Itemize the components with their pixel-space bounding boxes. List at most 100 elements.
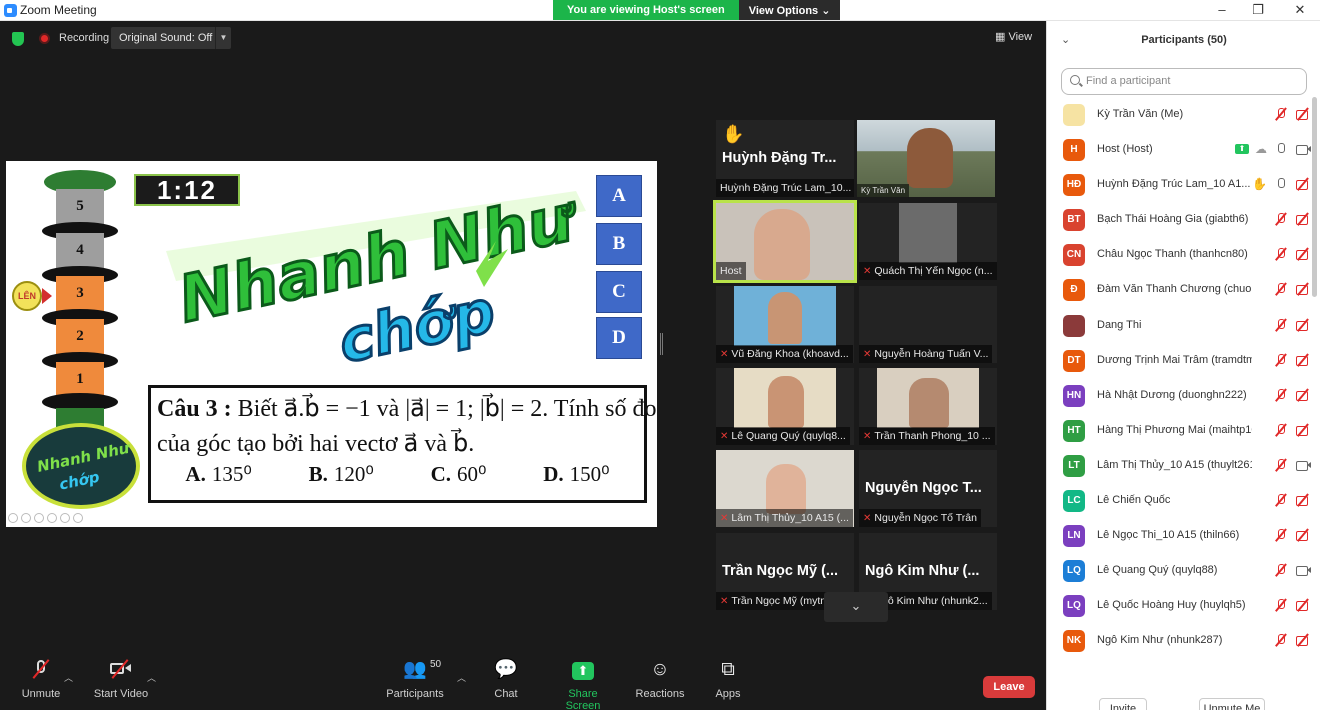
participant-name: Lê Ngọc Thi_10 A15 (thiln66) <box>1097 529 1240 542</box>
video-tile[interactable]: Kỳ Trần Văn <box>857 120 995 197</box>
zoom-app: Zoom Meeting You are viewing Host's scre… <box>0 0 1320 710</box>
participant-row[interactable]: Dang Thi <box>1047 308 1311 343</box>
participants-caret-icon[interactable]: ︿ <box>457 671 466 684</box>
participant-row[interactable]: LQ Lê Quốc Hoàng Huy (huylqh5) <box>1047 588 1311 623</box>
tile-name-text: Nguyễn Ngọc Tố Trân <box>874 512 977 524</box>
avatar: HĐ <box>1063 174 1085 197</box>
tile-name-text: Vũ Đăng Khoa (khoavd... <box>731 348 849 360</box>
participant-row[interactable]: Đ Đàm Văn Thanh Chương (chuong... <box>1047 272 1311 307</box>
participant-status-icons <box>1273 282 1311 296</box>
participant-status-icons <box>1273 493 1311 507</box>
participant-row[interactable]: DT Dương Trịnh Mai Trâm (tramdtm... <box>1047 343 1311 378</box>
svg-text:chớp: chớp <box>58 468 102 494</box>
apps-label: Apps <box>715 688 741 700</box>
participant-search-input[interactable]: Find a participant <box>1061 68 1307 95</box>
participant-row[interactable]: LQ Lê Quang Quý (quylq88) <box>1047 553 1311 588</box>
mic-off-icon: ✕ <box>720 431 729 442</box>
video-off-icon <box>1295 353 1311 367</box>
answer-button-c[interactable]: C <box>596 271 642 313</box>
option-key: B. <box>308 462 328 486</box>
participants-panel: ⌄ Participants (50) Find a participant K… <box>1046 21 1320 710</box>
share-screen-button[interactable]: ⬆ Share Screen <box>550 659 616 710</box>
view-options-button[interactable]: View Options ⌄ <box>738 0 841 20</box>
minimize-icon[interactable]: – <box>1212 2 1232 17</box>
raised-hand-icon: ✋ <box>722 124 745 144</box>
person-silhouette <box>907 128 953 188</box>
reactions-button[interactable]: ☺ Reactions <box>634 659 686 700</box>
invite-button[interactable]: Invite <box>1099 698 1147 710</box>
tile-name-text: Quách Thị Yến Ngọc (n... <box>874 265 993 277</box>
option-value: 120⁰ <box>333 462 374 486</box>
mic-icon <box>1273 177 1289 191</box>
participant-row[interactable]: Kỳ Trần Văn (Me) <box>1047 97 1311 132</box>
option-value: 135⁰ <box>211 462 252 486</box>
audio-options-caret-icon[interactable]: ︿ <box>64 671 73 684</box>
person-silhouette <box>766 464 806 514</box>
tile-name-label: ✕ Lê Quang Quý (quylq8... <box>716 427 850 445</box>
participant-row[interactable]: BT Bạch Thái Hoàng Gia (giabth6) <box>1047 202 1311 237</box>
video-off-icon <box>1295 107 1311 121</box>
gallery-next-page-button[interactable]: ⌄ <box>824 592 888 622</box>
participant-row[interactable]: NK Ngô Kim Như (nhunk287) <box>1047 623 1311 658</box>
video-tile[interactable]: ✕ Quách Thị Yến Ngọc (n... <box>859 203 997 280</box>
video-tile-active[interactable]: Host <box>713 200 857 283</box>
chat-button[interactable]: 💬 Chat <box>490 659 522 700</box>
video-tile[interactable]: ✕ Trần Thanh Phong_10 ... <box>859 368 997 445</box>
raised-hand-icon: ✋ <box>1252 177 1267 192</box>
participant-row[interactable]: CN Châu Ngọc Thanh (thanhcn80) <box>1047 237 1311 272</box>
chevron-down-icon[interactable]: ▼ <box>215 27 231 49</box>
view-button[interactable]: ▦ View <box>995 30 1032 43</box>
option-key: A. <box>185 462 206 486</box>
participant-row[interactable]: LC Lê Chiến Quốc <box>1047 483 1311 518</box>
start-video-button[interactable]: Start Video <box>92 659 150 700</box>
avatar: HN <box>1063 384 1085 407</box>
video-options-caret-icon[interactable]: ︿ <box>147 671 156 684</box>
video-icon <box>1295 458 1311 472</box>
avatar: BT <box>1063 209 1085 232</box>
video-tile[interactable]: Nguyễn Ngọc T... ✕ Nguyễn Ngọc Tố Trân <box>859 450 997 527</box>
original-sound-button[interactable]: Original Sound: Off ▼ <box>111 27 231 49</box>
answer-button-b[interactable]: B <box>596 223 642 265</box>
video-tile[interactable]: ✕ Nguyễn Hoàng Tuấn V... <box>859 286 997 363</box>
leave-button[interactable]: Leave <box>983 676 1035 698</box>
participant-row[interactable]: LN Lê Ngọc Thi_10 A15 (thiln66) <box>1047 518 1311 553</box>
shared-screen-slide: 5 4 3 2 1 LÊN Nhanh Như chớp Nhanh Như c… <box>6 161 657 527</box>
unmute-button[interactable]: Unmute <box>20 659 62 700</box>
participant-status-icons <box>1273 458 1311 472</box>
video-off-icon <box>1295 282 1311 296</box>
mic-off-icon <box>1273 423 1289 437</box>
recording-label: Recording <box>59 32 110 44</box>
participant-list-scrollbar[interactable] <box>1312 97 1317 297</box>
person-silhouette <box>768 376 804 428</box>
slide-nav-controls[interactable] <box>8 513 83 523</box>
mic-off-icon <box>1273 318 1289 332</box>
unmute-me-button[interactable]: Unmute Me <box>1199 698 1265 710</box>
mic-off-icon <box>1273 458 1289 472</box>
tile-name-label: ✕ Lâm Thị Thủy_10 A15 (... <box>716 509 853 527</box>
maximize-icon[interactable]: ❐ <box>1248 2 1268 18</box>
video-feed <box>899 203 957 263</box>
close-icon[interactable]: ✕ <box>1290 2 1310 18</box>
apps-button[interactable]: ⧉ Apps <box>712 659 744 700</box>
video-tile[interactable]: ✋ Huỳnh Đặng Tr... Huỳnh Đặng Trúc Lam_1… <box>716 120 854 197</box>
mic-off-icon <box>1273 633 1289 647</box>
participant-row[interactable]: H Host (Host) ⬆ ☁ <box>1047 132 1311 167</box>
answer-button-d[interactable]: D <box>596 317 642 359</box>
participant-row[interactable]: HN Hà Nhật Dương (duonghn222) <box>1047 378 1311 413</box>
participant-name: Dang Thi <box>1097 318 1142 331</box>
participant-name: Ngô Kim Như (nhunk287) <box>1097 634 1223 647</box>
video-tile[interactable]: ✕ Lâm Thị Thủy_10 A15 (... <box>716 450 854 527</box>
participant-name: Hà Nhật Dương (duonghn222) <box>1097 388 1247 401</box>
encryption-shield-icon[interactable] <box>12 32 24 46</box>
video-tile[interactable]: ✕ Lê Quang Quý (quylq8... <box>716 368 854 445</box>
mic-off-icon <box>1273 528 1289 542</box>
question-text-1: Biết a⃗.b⃗ = −1 và |a⃗| = 1; |b⃗| = 2. T… <box>237 396 657 422</box>
participant-status-icons <box>1273 423 1311 437</box>
participant-row[interactable]: HT Hàng Thị Phương Mai (maihtp103) <box>1047 413 1311 448</box>
answer-button-a[interactable]: A <box>596 175 642 217</box>
video-tile[interactable]: ✕ Vũ Đăng Khoa (khoavd... <box>716 286 854 363</box>
participant-row[interactable]: LT Lâm Thị Thủy_10 A15 (thuylt2616) <box>1047 448 1311 483</box>
participant-row[interactable]: HĐ Huỳnh Đặng Trúc Lam_10 A1... ✋ <box>1047 167 1311 202</box>
split-view-handle[interactable] <box>660 333 663 355</box>
tile-name-label: Host <box>716 262 746 280</box>
